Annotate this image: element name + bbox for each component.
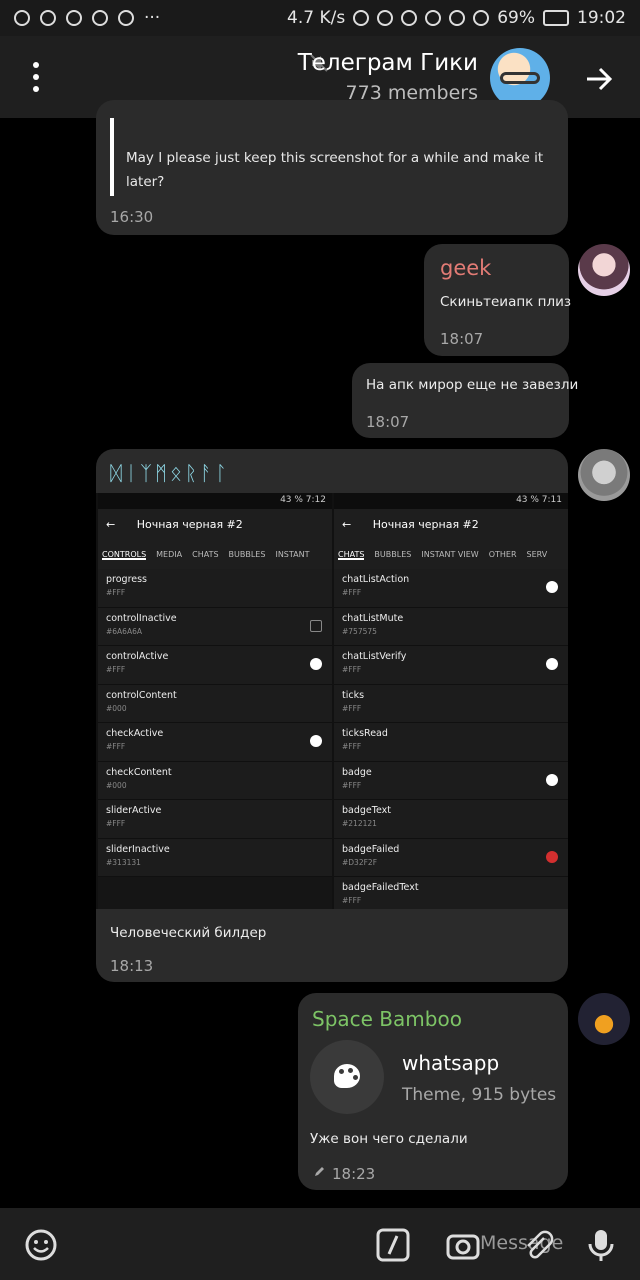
message-bubble[interactable]: На апк мирор еще не завезли 18:07	[352, 363, 578, 438]
sender-name[interactable]: ᛞᛁᛉᛗᛟᚱᚨᛚ	[110, 461, 230, 485]
notification-icon	[14, 10, 30, 26]
screenshot-pane-right: 43 % 7:11 ← Ночная черная #2 CHATS BUBBL…	[334, 493, 568, 909]
wifi-icon	[449, 10, 466, 26]
notification-icon	[40, 10, 56, 26]
signal-icon	[473, 10, 490, 26]
message-bubble[interactable]: Space Bamboo whatsapp Theme, 915 bytes У…	[298, 993, 568, 1190]
avatar[interactable]	[578, 244, 630, 296]
message-text: На апк мирор еще не завезли	[366, 377, 579, 393]
forward-arrow-icon[interactable]	[584, 64, 614, 94]
status-bar: ··· 4.7 K/s 69% 19:02	[0, 0, 640, 36]
emoji-icon[interactable]	[24, 1228, 58, 1262]
file-name[interactable]: whatsapp	[402, 1051, 499, 1075]
heart-icon	[92, 10, 108, 26]
message-time: 18:07	[440, 330, 484, 348]
message-bubble[interactable]: ᛞᛁᛉᛗᛟᚱᚨᛚ 43 % 7:12 ← Ночная черная #2 CO…	[96, 449, 568, 982]
message-input-bar: Message	[0, 1208, 640, 1280]
attach-icon[interactable]	[520, 1228, 554, 1262]
message-time: 18:23	[332, 1165, 376, 1183]
more-options-icon[interactable]	[26, 62, 46, 92]
attached-screenshot[interactable]: 43 % 7:12 ← Ночная черная #2 CONTROLS ME…	[96, 493, 568, 909]
message-text: Человеческий билдер	[110, 925, 267, 941]
notification-icon	[118, 10, 134, 26]
message-bubble[interactable]: geek Скиньтеиапк плиз 18:07	[424, 244, 572, 356]
avatar[interactable]	[578, 993, 630, 1045]
chat-avatar[interactable]	[490, 48, 550, 108]
message-bubble[interactable]: May I please just keep this screenshot f…	[96, 100, 568, 235]
network-speed: 4.7 K/s	[287, 8, 346, 28]
message-text: Уже вон чего сделали	[310, 1131, 468, 1147]
battery-percent: 69%	[497, 8, 535, 28]
command-slash-icon[interactable]	[376, 1228, 410, 1262]
camera-icon[interactable]	[446, 1228, 480, 1262]
screenshot-pane-left: 43 % 7:12 ← Ночная черная #2 CONTROLS ME…	[98, 493, 332, 909]
avatar[interactable]	[578, 449, 630, 501]
battery-icon	[543, 10, 569, 26]
message-time: 16:30	[110, 208, 154, 226]
file-download-button[interactable]	[310, 1040, 384, 1114]
microphone-icon[interactable]	[584, 1228, 618, 1262]
location-icon	[377, 10, 394, 26]
more-notifications-icon: ···	[144, 8, 161, 28]
notification-icon	[66, 10, 82, 26]
clock: 19:02	[577, 8, 626, 28]
message-time: 18:07	[366, 413, 410, 431]
file-meta: Theme, 915 bytes	[402, 1085, 557, 1105]
bluetooth-icon	[401, 10, 418, 26]
alarm-icon	[425, 10, 442, 26]
sender-name[interactable]: geek	[440, 256, 491, 280]
edited-pencil-icon	[315, 1167, 324, 1176]
message-time: 18:13	[110, 957, 154, 975]
headphones-icon	[353, 10, 370, 26]
message-text: Скиньтеиапк плиз	[440, 294, 572, 310]
message-text: May I please just keep this screenshot f…	[126, 150, 544, 190]
quote-bar	[110, 118, 114, 196]
sender-name[interactable]: Space Bamboo	[312, 1007, 462, 1031]
palette-icon	[334, 1064, 360, 1088]
chat-title[interactable]: Телеграм Гики	[298, 50, 478, 76]
